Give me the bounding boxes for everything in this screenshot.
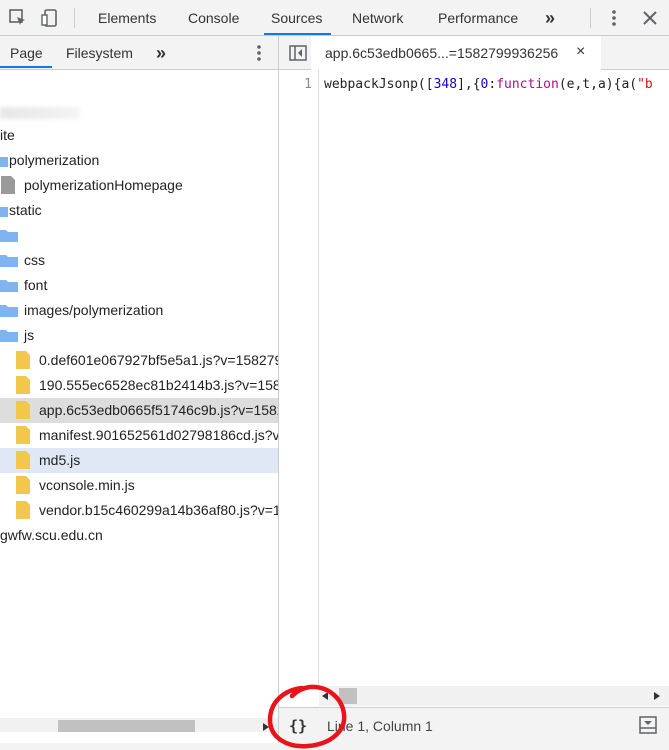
js-file-icon: [16, 351, 30, 369]
inspect-element-icon[interactable]: [8, 8, 28, 28]
tree-item-file-hover[interactable]: md5.js: [0, 448, 278, 473]
close-devtools-icon[interactable]: [640, 8, 660, 28]
more-tabs-icon[interactable]: »: [545, 0, 555, 35]
scrollbar-thumb[interactable]: [339, 688, 357, 704]
tree-item-label: md5.js: [39, 452, 81, 468]
code-number: 348: [433, 77, 458, 92]
tree-item-domain[interactable]: gwfw.scu.edu.cn: [0, 523, 278, 548]
folder-icon: [0, 255, 18, 267]
tree-item-label: 0.def601e067927bf5e5a1.js?v=158279993625…: [39, 352, 278, 368]
bottom-strip: [0, 743, 669, 750]
code-token: (e,t,a){a(: [558, 77, 638, 92]
tree-item-label: ite: [0, 127, 15, 143]
tree-item-label: js: [24, 327, 35, 343]
editor-statusbar: {} Line 1, Column 1: [279, 707, 669, 743]
tree-item-label: vconsole.min.js: [39, 477, 135, 493]
blurred-domain: [0, 107, 80, 119]
tree-item-js[interactable]: js: [0, 323, 278, 348]
toggle-drawer-icon[interactable]: [639, 716, 657, 734]
tree-item-file[interactable]: vconsole.min.js: [0, 473, 278, 498]
tree-item-site[interactable]: ite: [0, 123, 278, 148]
tab-elements[interactable]: Elements: [98, 0, 156, 35]
editor-tabbar: app.6c53edb0665...=1582799936256 ×: [279, 36, 669, 71]
tree-item-file[interactable]: 0.def601e067927bf5e5a1.js?v=158279993625…: [0, 348, 278, 373]
tree-item-label: static: [9, 202, 42, 218]
toggle-navigator-icon[interactable]: [289, 45, 307, 61]
editor-horizontal-scrollbar[interactable]: [319, 686, 669, 706]
folder-icon: [0, 157, 8, 167]
active-tab-indicator: [264, 33, 331, 35]
editor-tab-active[interactable]: app.6c53edb0665...=1582799936256 ×: [311, 36, 601, 71]
navigator-horizontal-scrollbar[interactable]: [0, 718, 278, 732]
file-icon: [1, 176, 15, 194]
js-file-icon: [16, 401, 30, 419]
tab-page[interactable]: Page: [10, 36, 43, 69]
tree-item-label: vendor.b15c460299a14b36af80.js?v=1582799…: [39, 502, 279, 518]
folder-icon: [0, 230, 18, 242]
navigator-tabs: Page Filesystem »: [0, 36, 278, 70]
js-file-icon: [16, 376, 30, 394]
tab-console[interactable]: Console: [188, 0, 239, 35]
navigator-more-icon[interactable]: »: [156, 36, 166, 69]
device-toolbar-icon[interactable]: [40, 8, 60, 28]
folder-icon: [0, 305, 18, 317]
scroll-right-arrow-icon[interactable]: [262, 723, 270, 731]
tree-item-label: gwfw.scu.edu.cn: [0, 527, 103, 543]
cursor-position: Line 1, Column 1: [327, 718, 433, 734]
editor-tab-title: app.6c53edb0665...=1582799936256: [325, 45, 559, 61]
folder-icon: [0, 207, 8, 217]
pretty-print-button[interactable]: {}: [289, 717, 307, 735]
tree-item-polymerizationHomepage[interactable]: polymerizationHomepage: [0, 173, 278, 198]
code-token: ],{: [457, 77, 481, 92]
tree-item-css[interactable]: css: [0, 248, 278, 273]
tree-item-polymerization[interactable]: polymerization: [0, 148, 278, 173]
tab-performance[interactable]: Performance: [438, 0, 518, 35]
tree-item-label: font: [24, 277, 48, 293]
devtools-toolbar: Elements Console Sources Network Perform…: [0, 0, 669, 36]
js-file-icon: [16, 451, 30, 469]
line-number: 1: [304, 77, 312, 92]
tree-item-file[interactable]: manifest.901652561d02798186cd.js?v=15827…: [0, 423, 279, 448]
tree-item-static[interactable]: static: [0, 198, 278, 223]
tree-item-label: manifest.901652561d02798186cd.js?v=15827…: [39, 427, 279, 443]
tree-item-label: polymerizationHomepage: [24, 177, 183, 193]
line-number-gutter: 1: [279, 70, 319, 686]
tree-item-images[interactable]: images/polymerization: [0, 298, 278, 323]
tree-item-label: polymerization: [9, 152, 100, 168]
folder-icon: [0, 330, 18, 342]
tree-item-label: app.6c53edb0665f51746c9b.js?v=1582799936…: [39, 402, 278, 418]
close-tab-icon[interactable]: ×: [576, 36, 585, 68]
tree-item-file-selected[interactable]: app.6c53edb0665f51746c9b.js?v=1582799936…: [0, 398, 278, 423]
js-file-icon: [16, 476, 30, 494]
tree-item-label: css: [24, 252, 45, 268]
tree-item-folder[interactable]: [0, 223, 278, 248]
scroll-left-arrow-icon[interactable]: [321, 692, 329, 700]
scrollbar-thumb[interactable]: [58, 720, 195, 732]
tree-item-font[interactable]: font: [0, 273, 278, 298]
kebab-menu-icon[interactable]: [604, 8, 624, 28]
code-line[interactable]: webpackJsonp([348],{0:function(e,t,a){a(…: [324, 77, 669, 92]
folder-icon: [0, 280, 18, 292]
tab-sources[interactable]: Sources: [271, 0, 322, 35]
code-keyword: function: [496, 77, 559, 92]
tab-network[interactable]: Network: [352, 0, 403, 35]
js-file-icon: [16, 426, 30, 444]
scroll-right-arrow-icon[interactable]: [653, 692, 661, 700]
tree-item-label: 190.555ec6528ec81b2414b3.js?v=1582799936…: [39, 377, 278, 393]
tab-filesystem[interactable]: Filesystem: [66, 36, 133, 69]
tree-item-label: images/polymerization: [24, 302, 164, 318]
code-string: "b: [637, 77, 653, 92]
code-token: webpackJsonp([: [324, 77, 434, 92]
navigator-menu-icon[interactable]: [249, 43, 269, 63]
tree-item-file[interactable]: 190.555ec6528ec81b2414b3.js?v=1582799936…: [0, 373, 278, 398]
file-navigator: Page Filesystem » ite polymerization pol…: [0, 36, 279, 750]
navigator-active-indicator: [0, 66, 52, 68]
js-file-icon: [16, 501, 30, 519]
tree-item-file[interactable]: vendor.b15c460299a14b36af80.js?v=1582799…: [0, 498, 279, 523]
